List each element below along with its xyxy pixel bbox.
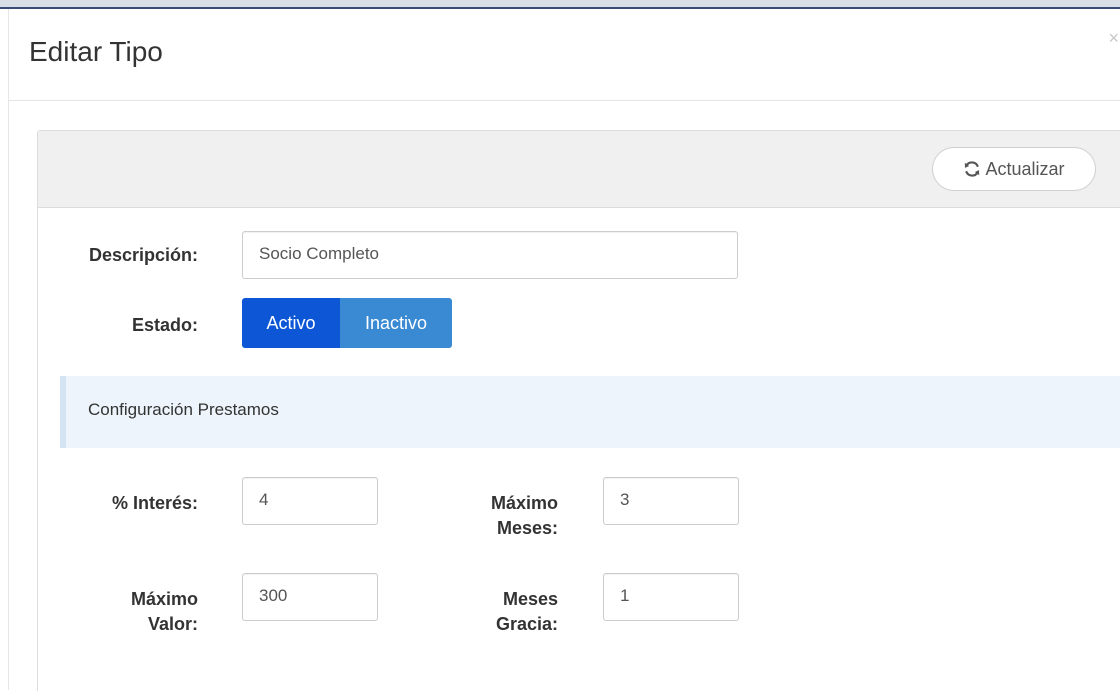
- max-months-label: Máximo Meses:: [438, 491, 558, 541]
- max-months-field[interactable]: 3: [603, 477, 739, 525]
- max-months-label-line1: Máximo: [490, 493, 558, 513]
- update-button[interactable]: Actualizar: [932, 147, 1096, 191]
- edit-panel: Actualizar Descripción: Socio Completo E…: [37, 130, 1120, 691]
- state-toggle: Activo Inactivo: [242, 298, 452, 348]
- grace-months-field[interactable]: 1: [603, 573, 739, 621]
- loan-config-title: Configuración Prestamos: [88, 400, 279, 419]
- description-field[interactable]: Socio Completo: [242, 231, 738, 279]
- grace-months-label-line2: Gracia:: [495, 614, 558, 634]
- update-button-label: Actualizar: [985, 158, 1065, 179]
- max-value-label-line2: Valor:: [147, 614, 198, 634]
- edit-type-modal: Editar Tipo × Actualizar Descripción: So…: [8, 9, 1120, 691]
- state-label: Estado:: [131, 315, 198, 335]
- max-value-field[interactable]: 300: [242, 573, 378, 621]
- close-icon[interactable]: ×: [1108, 29, 1119, 47]
- backdrop-strip: [0, 0, 1120, 9]
- interest-label: % Interés:: [111, 493, 198, 513]
- max-value-label-line1: Máximo: [130, 589, 198, 609]
- max-value-label: Máximo Valor:: [38, 587, 198, 637]
- panel-heading: Actualizar: [38, 131, 1120, 208]
- modal-title: Editar Tipo: [29, 36, 163, 67]
- interest-field[interactable]: 4: [242, 477, 378, 525]
- grace-months-label-line1: Meses: [502, 589, 558, 609]
- state-active-button[interactable]: Activo: [242, 298, 340, 348]
- description-label: Descripción:: [88, 245, 198, 265]
- modal-header: Editar Tipo ×: [9, 9, 1120, 101]
- state-inactive-button[interactable]: Inactivo: [340, 298, 452, 348]
- refresh-icon: [965, 161, 980, 177]
- grace-months-label: Meses Gracia:: [438, 587, 558, 637]
- max-months-label-line2: Meses:: [496, 518, 558, 538]
- loan-config-section: Configuración Prestamos: [60, 376, 1120, 448]
